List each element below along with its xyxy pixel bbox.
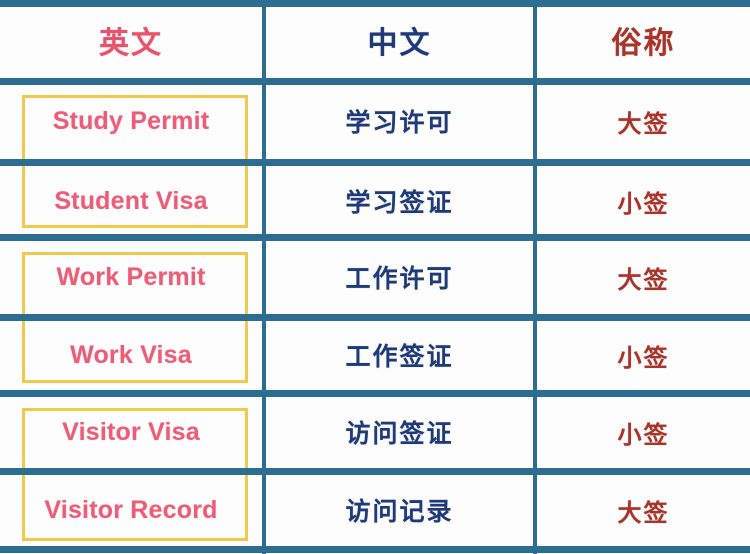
table-row: 工作许可 <box>266 240 533 314</box>
table-row: 小签 <box>537 396 750 468</box>
cell-nickname-3: 小签 <box>617 344 670 372</box>
cell-english-1: Student Visa <box>54 186 208 215</box>
header-cell-english: 英文 <box>0 4 262 76</box>
visa-terminology-table: 英文 中文 俗称 Study Permit 学习许可 大签 Student Vi… <box>0 0 750 554</box>
table-row: Work Permit <box>0 240 262 314</box>
table-row: 访问记录 <box>266 474 533 546</box>
table-row: Visitor Visa <box>0 396 262 468</box>
row-divider-2 <box>0 234 750 241</box>
cell-nickname-4: 小签 <box>617 421 670 449</box>
header-cell-chinese: 中文 <box>266 4 533 76</box>
table-row: Student Visa <box>0 166 262 236</box>
table-row: Study Permit <box>0 83 262 159</box>
table-row: 工作签证 <box>266 320 533 390</box>
table-row: Work Visa <box>0 320 262 390</box>
cell-nickname-1: 小签 <box>617 190 670 218</box>
table-row: 小签 <box>537 320 750 390</box>
row-divider-3 <box>0 314 750 321</box>
cell-chinese-1: 学习签证 <box>345 189 454 217</box>
header-label-nickname: 俗称 <box>611 27 676 60</box>
cell-chinese-5: 访问记录 <box>345 498 454 526</box>
cell-english-2: Work Permit <box>56 262 206 291</box>
cell-english-5: Visitor Record <box>44 495 218 524</box>
row-divider-1 <box>0 159 750 166</box>
cell-nickname-2: 大签 <box>617 266 670 294</box>
table-row: 大签 <box>537 240 750 314</box>
table-row: Visitor Record <box>0 474 262 546</box>
cell-chinese-2: 工作许可 <box>345 265 454 293</box>
row-divider-4 <box>0 390 750 397</box>
cell-chinese-4: 访问签证 <box>345 420 454 448</box>
cell-english-3: Work Visa <box>70 340 192 369</box>
cell-chinese-0: 学习许可 <box>345 109 454 137</box>
cell-chinese-3: 工作签证 <box>345 343 454 371</box>
column-divider-2 <box>533 0 537 554</box>
cell-nickname-0: 大签 <box>617 110 670 138</box>
table-row: 大签 <box>537 474 750 546</box>
cell-nickname-5: 大签 <box>617 499 670 527</box>
table-row: 学习签证 <box>266 166 533 236</box>
cell-english-0: Study Permit <box>52 106 210 135</box>
table-row: 学习许可 <box>266 83 533 159</box>
row-divider-5 <box>0 468 750 475</box>
table-row: 大签 <box>537 83 750 159</box>
header-label-english: 英文 <box>99 27 163 60</box>
header-cell-nickname: 俗称 <box>537 4 750 76</box>
header-bottom-border <box>0 78 750 85</box>
table-row: 访问签证 <box>266 396 533 468</box>
column-divider-1 <box>262 0 266 554</box>
cell-english-4: Visitor Visa <box>62 417 200 446</box>
table-bottom-border <box>0 546 750 553</box>
header-label-chinese: 中文 <box>367 27 432 60</box>
table-row: 小签 <box>537 166 750 236</box>
table-top-border <box>0 0 750 7</box>
